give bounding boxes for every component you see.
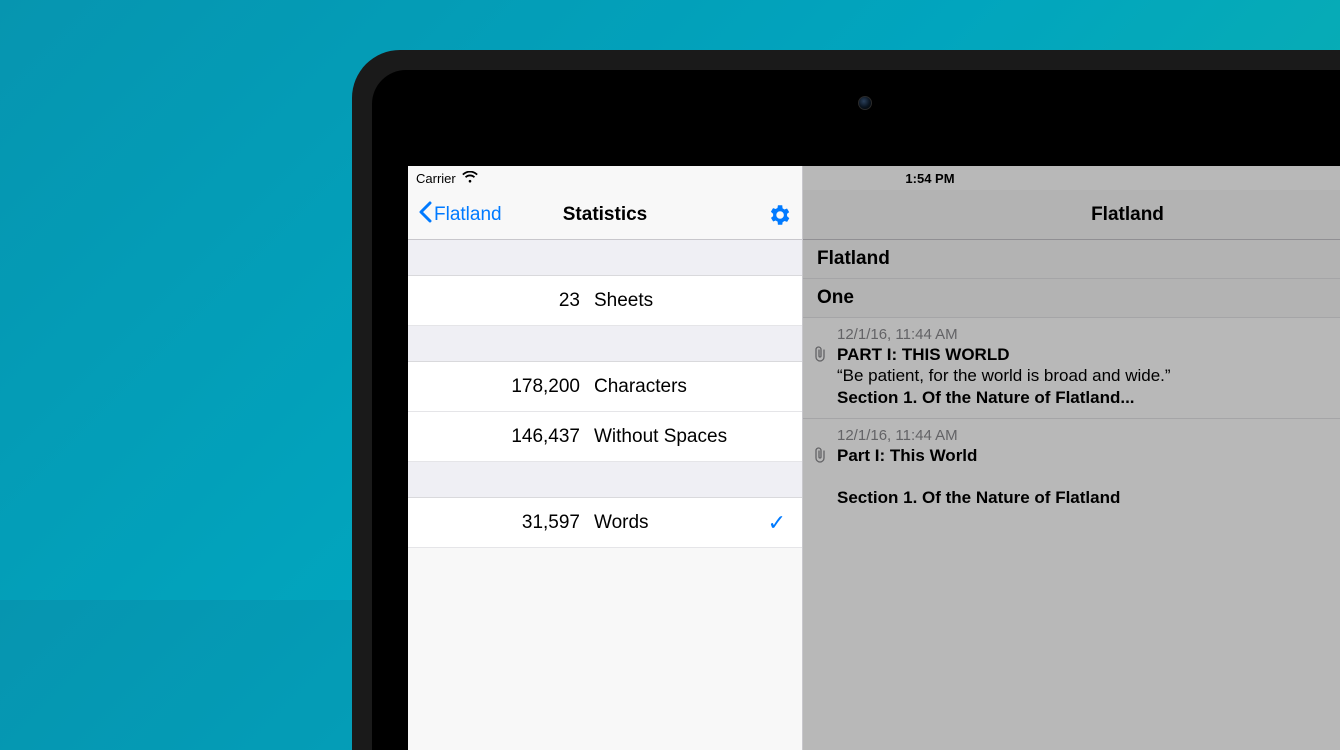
stat-row-without-spaces[interactable]: 146,437 Without Spaces [408, 412, 802, 462]
back-button[interactable]: Flatland [418, 201, 502, 229]
stat-row-characters[interactable]: 178,200 Characters [408, 362, 802, 412]
section-gap [408, 326, 802, 362]
stat-label: Sheets [594, 290, 786, 312]
stat-label: Characters [594, 376, 786, 398]
document-item[interactable]: 12/1/16, 11:44 AM PART I: THIS WORLD “Be… [803, 318, 1340, 419]
chevron-left-icon [418, 201, 432, 229]
section-gap [408, 462, 802, 498]
nav-bar: Flatland Statistics [408, 190, 802, 240]
paperclip-icon [813, 346, 827, 367]
detail-pane: Flatland Flatland One 12/1/16, 11:44 AM … [803, 166, 1340, 750]
stat-row-words[interactable]: 31,597 Words ✓ [408, 498, 802, 548]
paperclip-icon [813, 447, 827, 468]
stat-value: 146,437 [424, 426, 594, 448]
section-header: One [803, 279, 1340, 318]
section-header: Flatland [803, 240, 1340, 279]
stat-value: 23 [424, 290, 594, 312]
front-camera [858, 96, 872, 110]
status-bar: Carrier 1:54 PM 100% [408, 166, 1340, 190]
document-date: 12/1/16, 11:44 AM [837, 427, 1340, 444]
sidebar-pane: Flatland Statistics 23 Sheets 178,200 Ch… [408, 166, 803, 750]
document-section: Section 1. Of the Nature of Flatland... [837, 388, 1340, 408]
screen: Carrier 1:54 PM 100% Flatland Statistics [408, 166, 1340, 750]
stat-row-sheets[interactable]: 23 Sheets [408, 276, 802, 326]
gear-icon [766, 202, 792, 228]
stat-label: Words [594, 512, 768, 534]
document-title: Part I: This World [837, 446, 1340, 466]
stat-label: Without Spaces [594, 426, 786, 448]
document-date: 12/1/16, 11:44 AM [837, 326, 1340, 343]
stat-value: 31,597 [424, 512, 594, 534]
device-frame: Carrier 1:54 PM 100% Flatland Statistics [352, 50, 1340, 750]
checkmark-icon: ✓ [768, 510, 786, 536]
status-time: 1:54 PM [408, 171, 1340, 186]
back-label: Flatland [434, 204, 502, 226]
detail-nav-bar: Flatland [803, 190, 1340, 240]
document-item[interactable]: 12/1/16, 11:44 AM Part I: This World [803, 419, 1340, 476]
document-section: Section 1. Of the Nature of Flatland [803, 476, 1340, 520]
detail-nav-title: Flatland [1091, 204, 1164, 226]
settings-button[interactable] [766, 202, 792, 228]
document-title: PART I: THIS WORLD [837, 345, 1340, 365]
stat-value: 178,200 [424, 376, 594, 398]
section-gap [408, 240, 802, 276]
document-preview: “Be patient, for the world is broad and … [837, 366, 1340, 386]
